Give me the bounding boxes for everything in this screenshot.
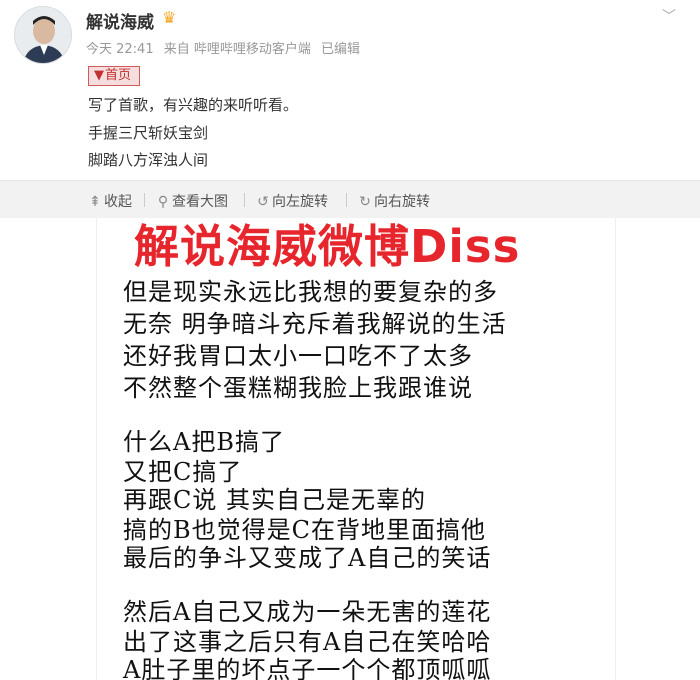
collapse-button[interactable]: ⇞ 收起: [88, 191, 132, 211]
lyric-line: 还好我胃口太小一口吃不了太多: [123, 342, 473, 370]
collapse-label: 收起: [104, 194, 132, 210]
post-text-line: 脚踏八方浑浊人间: [88, 151, 209, 169]
lyric-line: 不然整个蛋糕糊我脸上我跟谁说: [123, 374, 473, 402]
rotate-right-label: 向右旋转: [374, 194, 430, 210]
tag-label: 首页: [105, 68, 132, 83]
search-icon: ⚲: [157, 194, 169, 210]
homepage-tag[interactable]: ▼首页: [88, 66, 141, 86]
post-meta: 今天 22:41 来自 哔哩哔哩移动客户端 已编辑: [86, 38, 366, 57]
post-time[interactable]: 今天 22:41: [86, 42, 154, 57]
divider: [144, 193, 145, 207]
post-source: 来自 哔哩哔哩移动客户端: [163, 42, 311, 57]
edited-label: 已编辑: [321, 42, 361, 57]
overlay-title: 解说海威微博Diss: [134, 220, 521, 273]
username[interactable]: 解说海威: [86, 8, 154, 33]
view-large-label: 查看大图: [172, 194, 228, 210]
view-large-button[interactable]: ⚲ 查看大图: [156, 191, 228, 211]
rotate-right-button[interactable]: ↻ 向右旋转: [358, 191, 430, 211]
post-text-line: 手握三尺斩妖宝剑: [88, 124, 209, 142]
lyric-line: 最后的争斗又变成了A自己的笑话: [123, 544, 492, 572]
post-text-line: 写了首歌，有兴趣的来听听看。: [88, 96, 299, 114]
collapse-icon: ⇞: [89, 194, 101, 210]
tag-icon: ▼: [94, 68, 104, 83]
lyric-line: 但是现实永远比我想的要复杂的多: [123, 278, 498, 306]
post-header: 解说海威 ♛ ﹀ 今天 22:41 来自 哔哩哔哩移动客户端 已编辑 ▼首页 写…: [0, 0, 700, 180]
divider: [346, 193, 347, 207]
lyric-line: 无奈 明争暗斗充斥着我解说的生活: [123, 310, 507, 338]
lyric-line: A肚子里的坏点子一个个都顶呱呱: [123, 656, 492, 680]
rotate-left-label: 向左旋转: [272, 194, 328, 210]
rotate-left-icon: ↺: [257, 194, 269, 210]
vip-crown-icon: ♛: [162, 8, 177, 27]
rotate-left-button[interactable]: ↺ 向左旋转: [256, 191, 328, 211]
avatar[interactable]: [14, 6, 72, 64]
chevron-down-icon[interactable]: ﹀: [662, 6, 676, 26]
rotate-right-icon: ↻: [359, 194, 371, 210]
divider: [244, 193, 245, 207]
